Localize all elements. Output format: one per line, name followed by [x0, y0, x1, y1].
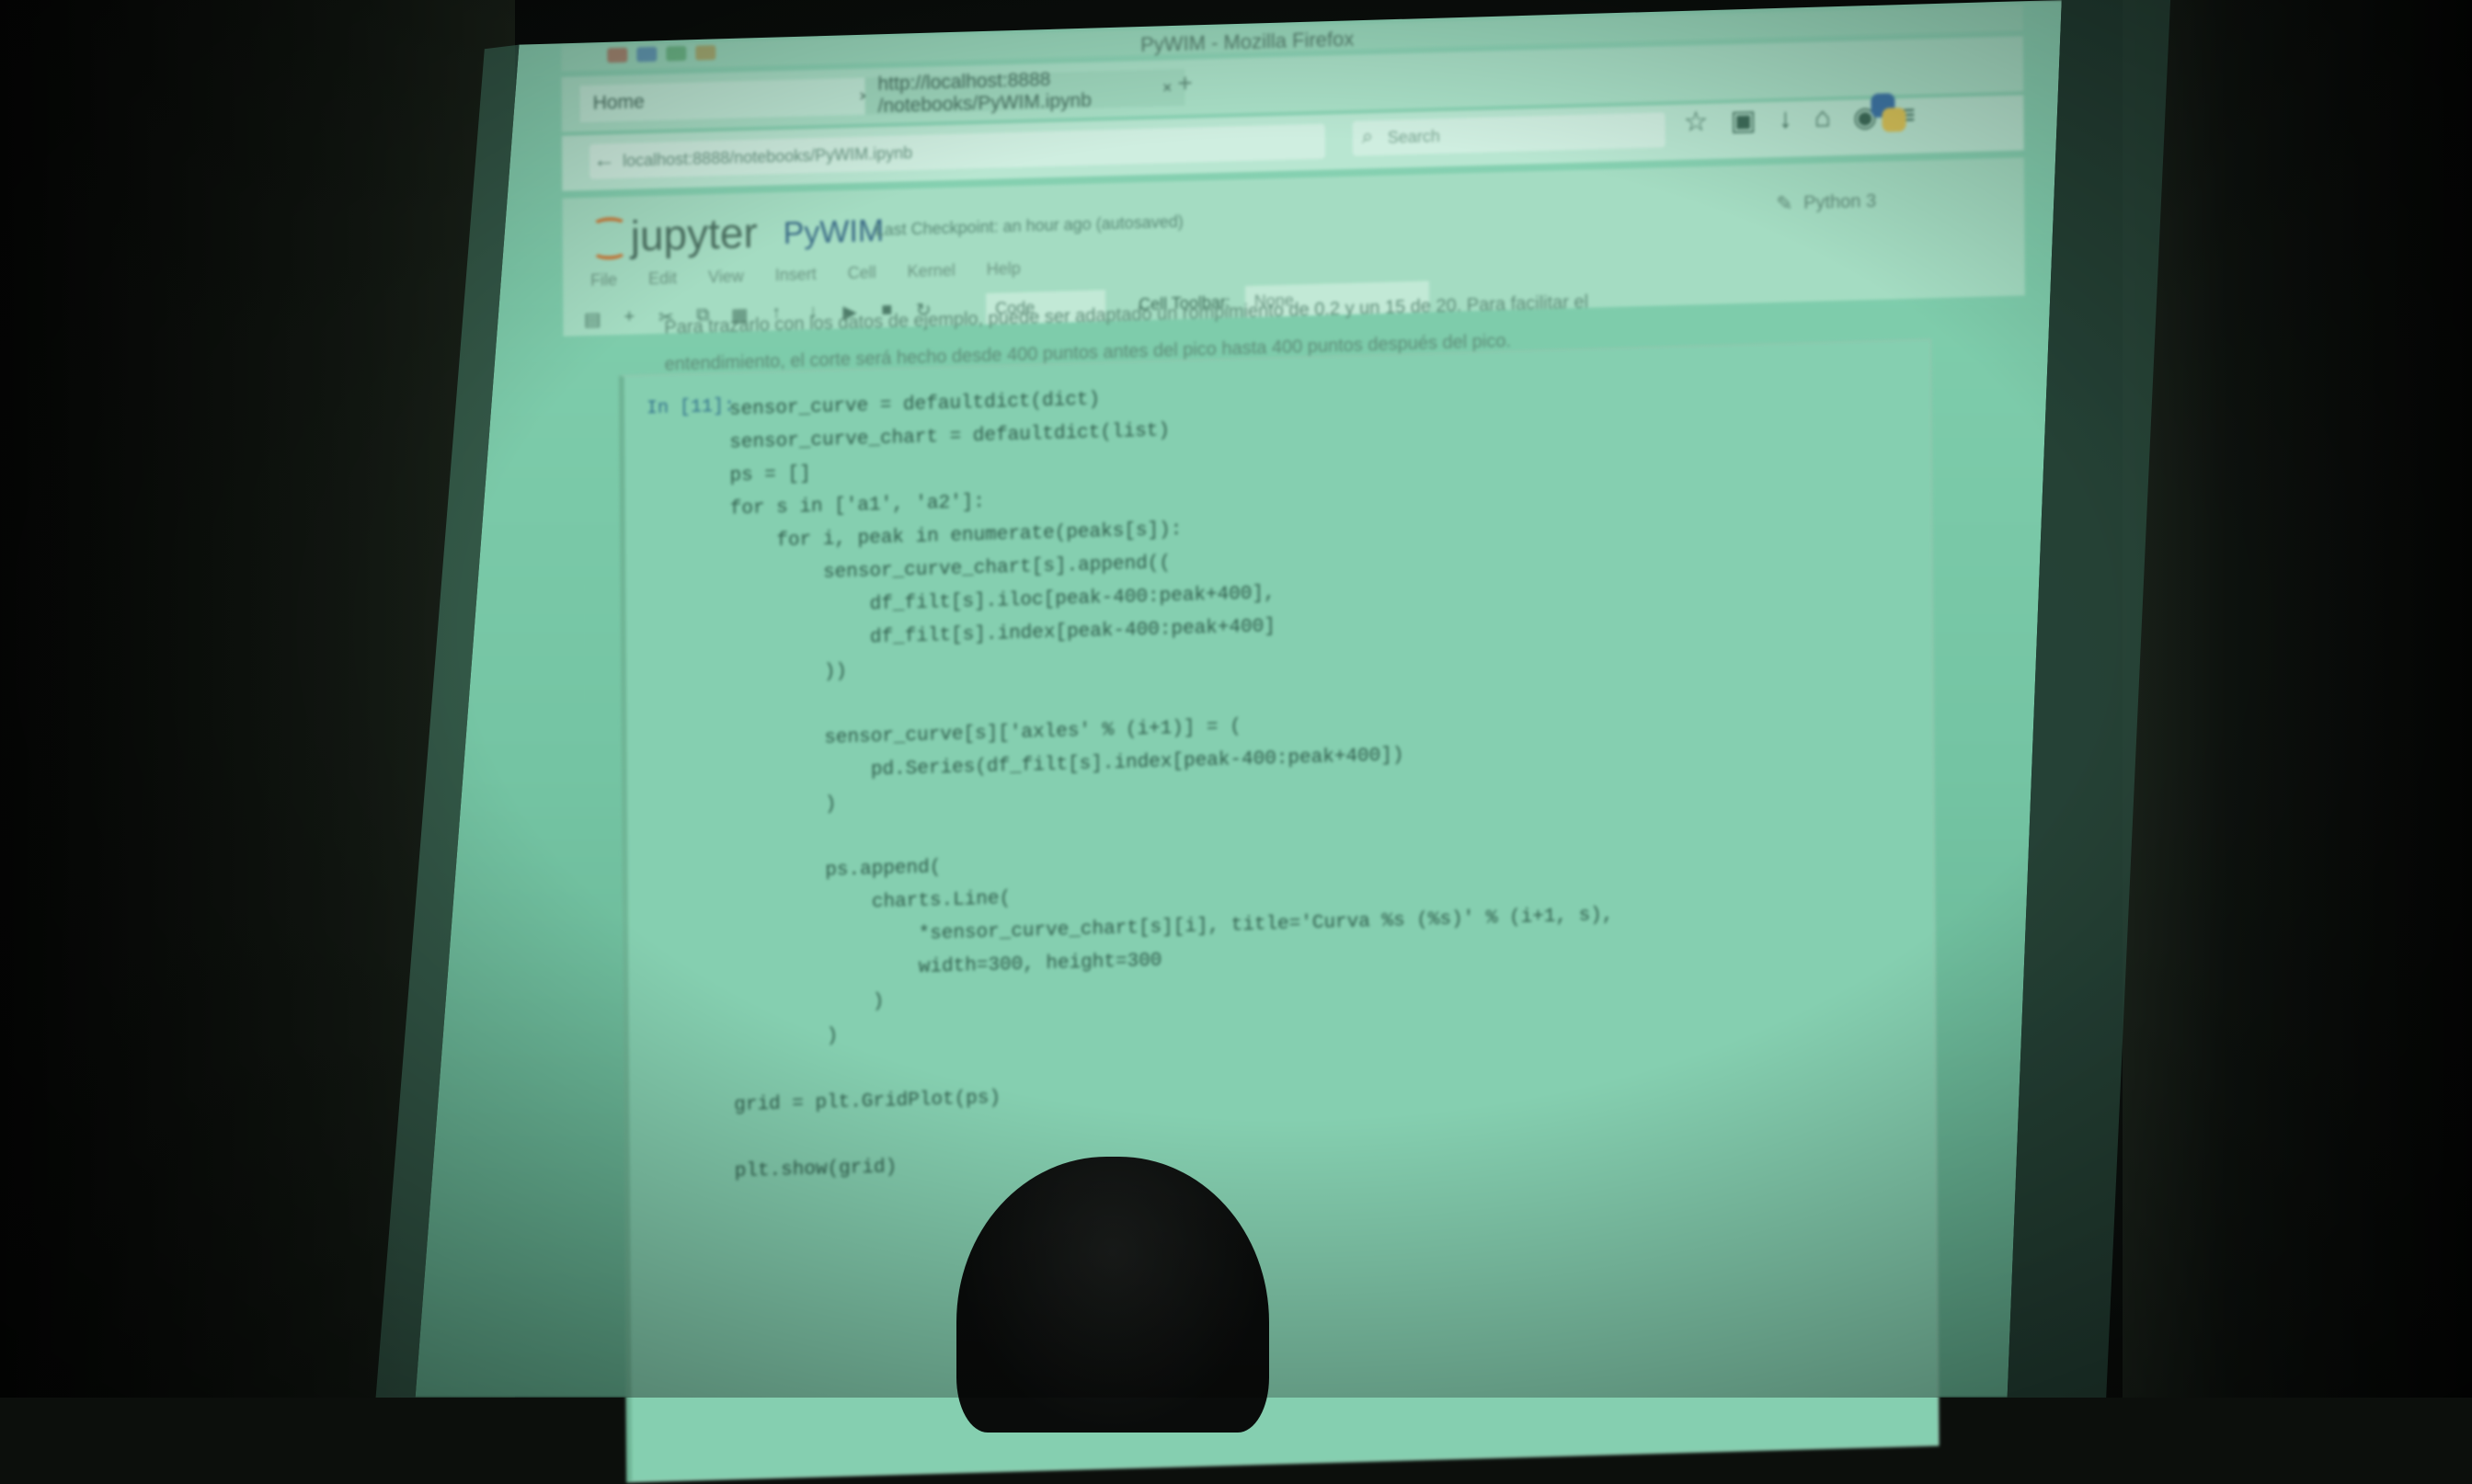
- cell-prompt: In [11]:: [646, 395, 736, 420]
- menu-help[interactable]: Help: [987, 259, 1021, 280]
- menu-edit[interactable]: Edit: [648, 268, 677, 289]
- code-editor[interactable]: sensor_curve = defaultdict(dict) sensor_c…: [729, 370, 1615, 1189]
- right-wall: [2123, 0, 2472, 1398]
- tab-label: Home: [592, 91, 645, 114]
- menu-view[interactable]: View: [708, 267, 744, 287]
- app-icon[interactable]: [607, 47, 628, 63]
- search-icon: ⌕: [1361, 124, 1374, 148]
- home-icon[interactable]: ⌂: [1814, 102, 1831, 135]
- close-icon[interactable]: ×: [1162, 78, 1173, 97]
- notebook-title[interactable]: PyWIM: [784, 213, 885, 252]
- menu-file[interactable]: File: [590, 270, 617, 291]
- projected-browser: PyWIM - Mozilla Firefox Home × http://lo…: [552, 0, 2051, 1483]
- kernel-indicator: Python 3: [1803, 190, 1877, 214]
- app-icon[interactable]: [666, 45, 687, 62]
- pencil-icon: ✎: [1776, 191, 1793, 215]
- window-title: PyWIM - Mozilla Firefox: [1140, 27, 1355, 57]
- menu-cell[interactable]: Cell: [848, 263, 876, 283]
- save-icon[interactable]: ▤: [581, 308, 603, 333]
- jupyter-logo-text[interactable]: jupyter: [631, 208, 758, 261]
- menu-kernel[interactable]: Kernel: [908, 261, 956, 281]
- app-icon[interactable]: [636, 46, 658, 63]
- bookmark-star-icon[interactable]: ☆: [1683, 106, 1709, 139]
- app-icon[interactable]: [695, 45, 716, 61]
- tab-label: http://localhost:8888 /notebooks/PyWIM.i…: [877, 68, 1092, 118]
- jupyter-logo-icon[interactable]: [590, 217, 622, 260]
- add-cell-icon[interactable]: +: [618, 306, 640, 331]
- library-icon[interactable]: ▣: [1730, 104, 1757, 137]
- download-icon[interactable]: ↓: [1779, 103, 1792, 135]
- os-app-icons: [607, 45, 716, 63]
- menu-insert[interactable]: Insert: [775, 265, 817, 285]
- new-tab-icon[interactable]: +: [1177, 69, 1193, 98]
- python-logo: [1867, 89, 1907, 136]
- tab-notebook[interactable]: http://localhost:8888 /notebooks/PyWIM.i…: [864, 68, 1185, 117]
- back-icon[interactable]: ←: [593, 147, 615, 174]
